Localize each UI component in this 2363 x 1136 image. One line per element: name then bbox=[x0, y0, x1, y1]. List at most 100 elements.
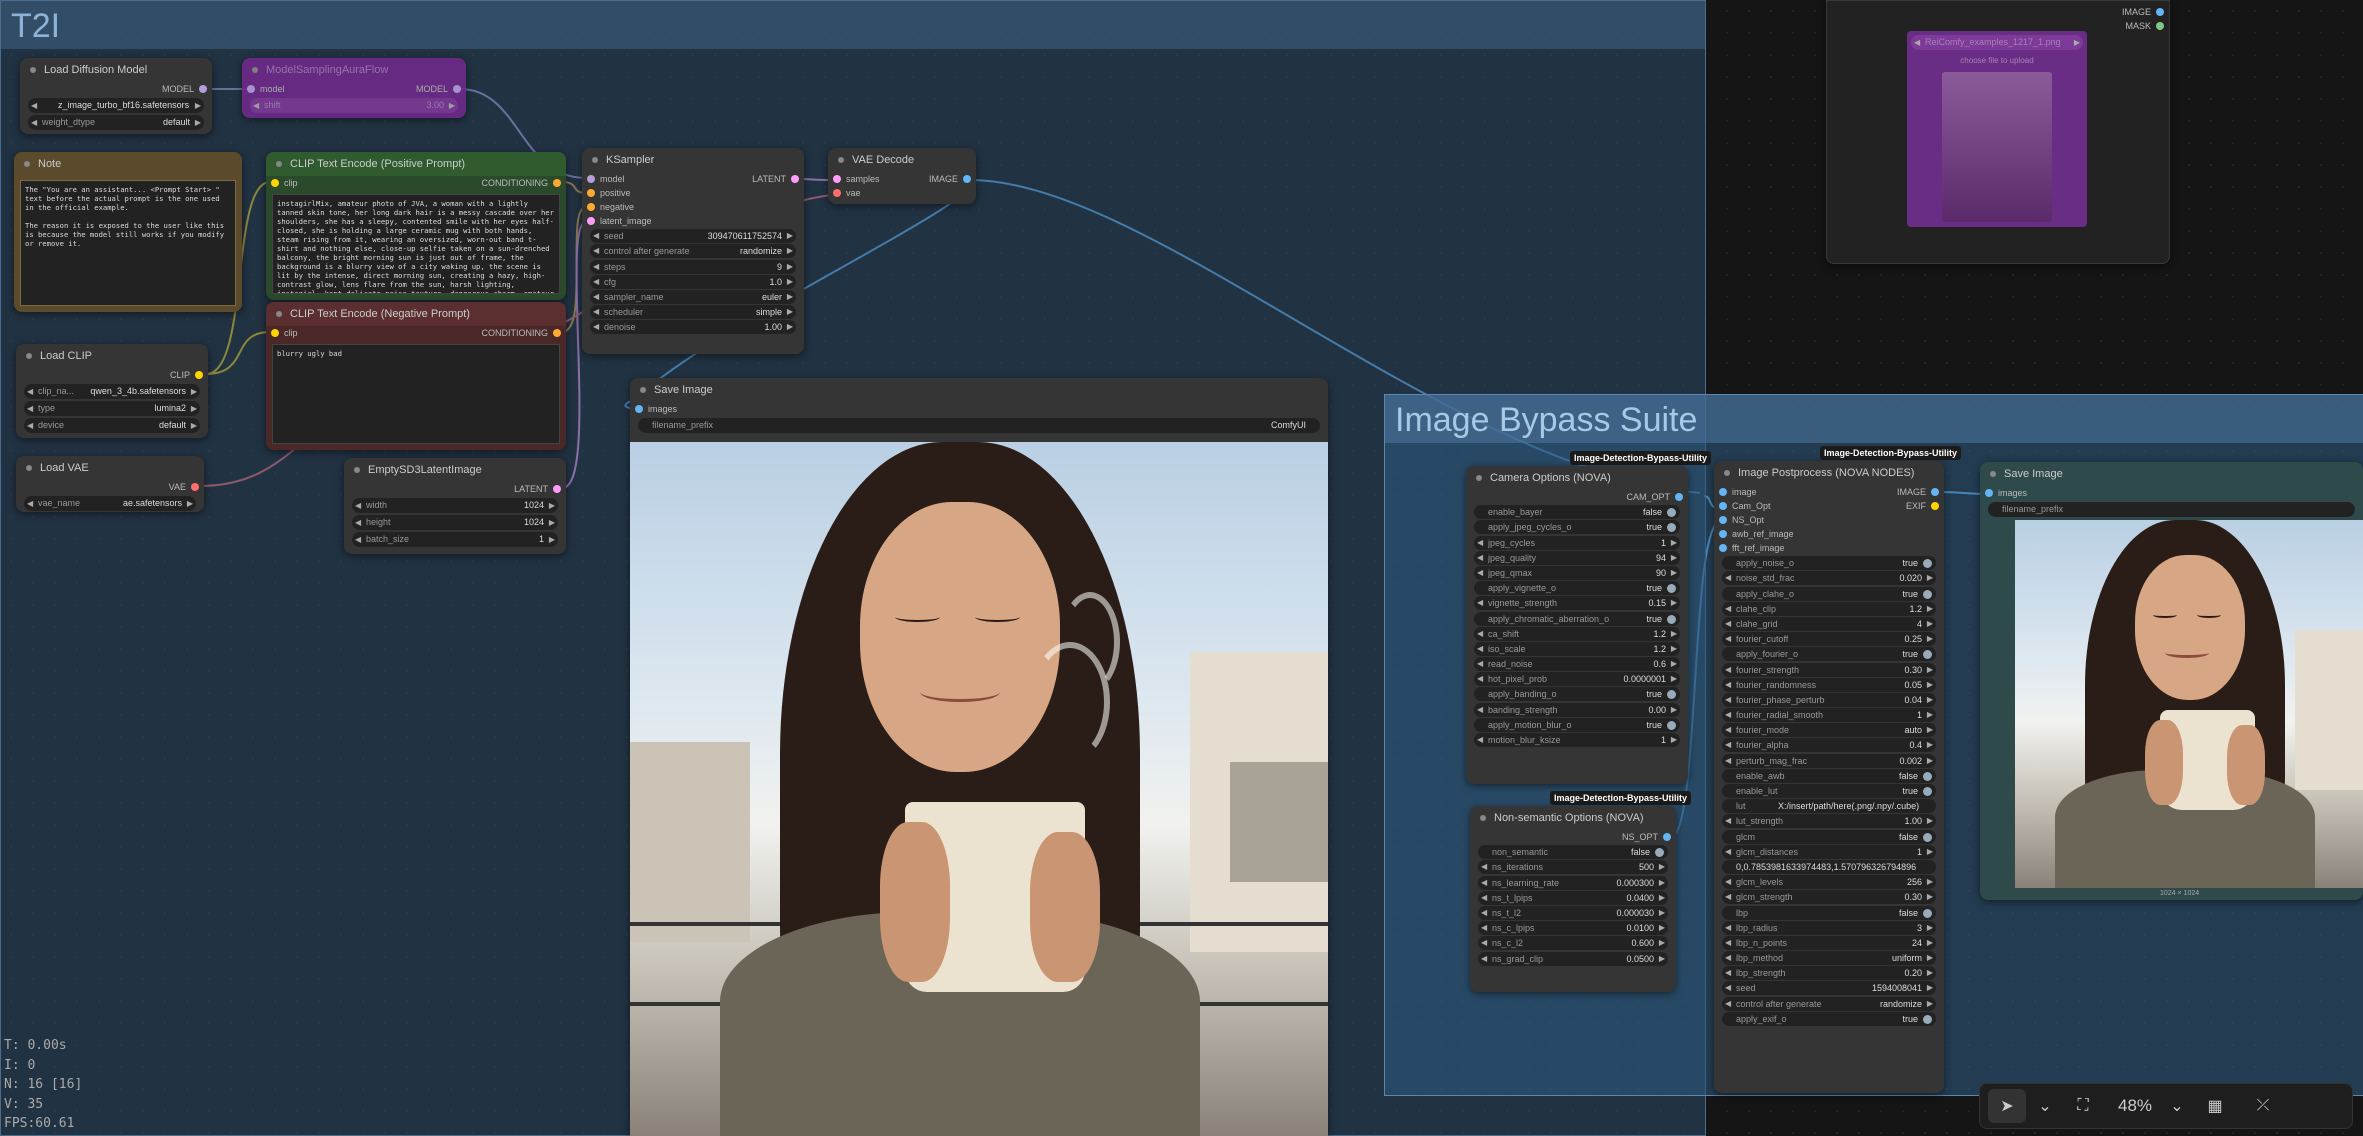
output-slot[interactable] bbox=[191, 483, 199, 491]
node-clip-text-encode-positive[interactable]: CLIP Text Encode (Positive Prompt) clip C… bbox=[266, 152, 566, 300]
toggle-icon[interactable] bbox=[1923, 650, 1932, 660]
output-slot[interactable] bbox=[1663, 833, 1671, 841]
widget-denoise[interactable]: denoise1.00 bbox=[590, 320, 796, 335]
toggle-icon[interactable] bbox=[1667, 584, 1676, 594]
toggle-icon[interactable] bbox=[1923, 787, 1932, 796]
widget-lut-strength[interactable]: lut_strength1.00 bbox=[1722, 814, 1936, 829]
group-title[interactable]: Image Bypass Suite bbox=[1385, 395, 2363, 443]
toggle-icon[interactable] bbox=[1923, 771, 1932, 781]
widget-ns-c-lpips[interactable]: ns_c_lpips0.0100 bbox=[1478, 921, 1668, 936]
output-slot[interactable] bbox=[2156, 8, 2164, 16]
widget-sampler-name[interactable]: sampler_nameeuler bbox=[590, 289, 796, 304]
output-slot[interactable] bbox=[453, 85, 461, 93]
widget-cfg[interactable]: cfg1.0 bbox=[590, 274, 796, 289]
node-model-sampling[interactable]: ModelSamplingAuraFlow modelMODEL shift3.… bbox=[242, 58, 466, 118]
widget-banding-strength[interactable]: banding_strength0.00 bbox=[1474, 702, 1680, 717]
widget-fourier-phase-perturb[interactable]: fourier_phase_perturb0.04 bbox=[1722, 692, 1936, 707]
node-title[interactable]: Image Postprocess (NOVA NODES) bbox=[1714, 461, 1944, 485]
widget-value[interactable]: 0,0.7853981633974483,1.5707963267948966, bbox=[1722, 859, 1936, 874]
input-slot[interactable] bbox=[1719, 530, 1727, 538]
widget-lbp-method[interactable]: lbp_methoduniform bbox=[1722, 951, 1936, 966]
widget-batch-size[interactable]: batch_size1 bbox=[352, 532, 558, 547]
widget-ns-grad-clip[interactable]: ns_grad_clip0.0500 bbox=[1478, 951, 1668, 966]
node-save-image[interactable]: Save Image images filename_prefix ComfyUI bbox=[630, 378, 1328, 1136]
note-text[interactable] bbox=[20, 180, 236, 306]
widget-glcm-levels[interactable]: glcm_levels256 bbox=[1722, 875, 1936, 890]
node-non-semantic-options[interactable]: Non-semantic Options (NOVA) NS_OPT non_s… bbox=[1470, 806, 1676, 992]
widget-ns-t-l2[interactable]: ns_t_l20.000030 bbox=[1478, 905, 1668, 920]
output-slot[interactable] bbox=[963, 175, 971, 183]
node-title[interactable]: Load Diffusion Model bbox=[20, 58, 212, 82]
widget-glcm-distances[interactable]: glcm_distances1 bbox=[1722, 844, 1936, 859]
widget-weight-dtype[interactable]: weight_dtypedefault bbox=[28, 115, 204, 130]
toggle-icon[interactable] bbox=[1923, 589, 1932, 599]
input-slot[interactable] bbox=[587, 189, 595, 197]
toggle-icon[interactable] bbox=[1923, 559, 1932, 569]
input-slot[interactable] bbox=[271, 179, 279, 187]
widget-fourier-radial-smooth[interactable]: fourier_radial_smooth1 bbox=[1722, 708, 1936, 723]
input-slot[interactable] bbox=[1719, 502, 1727, 510]
widget-enable-bayer[interactable]: enable_bayer false bbox=[1474, 505, 1680, 520]
widget-perturb-mag-frac[interactable]: perturb_mag_frac0.002 bbox=[1722, 753, 1936, 768]
widget-filename-prefix[interactable]: filename_prefix ComfyUI bbox=[638, 418, 1320, 433]
input-slot[interactable] bbox=[587, 203, 595, 211]
minimap-icon[interactable]: ▦ bbox=[2196, 1089, 2234, 1123]
widget-non-semantic[interactable]: non_semantic false bbox=[1478, 845, 1668, 860]
upload-button[interactable]: choose file to upload bbox=[1907, 54, 2087, 68]
widget-jpeg-cycles[interactable]: jpeg_cycles1 bbox=[1474, 535, 1680, 550]
output-slot[interactable] bbox=[195, 371, 203, 379]
positive-prompt-text[interactable] bbox=[272, 194, 560, 294]
node-title[interactable]: Save Image bbox=[1980, 462, 2363, 486]
widget-hot-pixel-prob[interactable]: hot_pixel_prob0.0000001 bbox=[1474, 672, 1680, 687]
widget-scheduler[interactable]: schedulersimple bbox=[590, 305, 796, 320]
widget-glcm-strength[interactable]: glcm_strength0.30 bbox=[1722, 890, 1936, 905]
node-title[interactable]: CLIP Text Encode (Positive Prompt) bbox=[266, 152, 566, 176]
widget-apply-banding-o[interactable]: apply_banding_o true bbox=[1474, 687, 1680, 702]
widget-enable-lut[interactable]: enable_lut true bbox=[1722, 784, 1936, 798]
node-image-postprocess[interactable]: Image Postprocess (NOVA NODES) image IMAG… bbox=[1714, 461, 1944, 1093]
node-title[interactable]: Load VAE bbox=[16, 456, 204, 480]
node-load-diffusion-model[interactable]: Load Diffusion Model MODEL z_image_turbo… bbox=[20, 58, 212, 134]
widget-clahe-grid[interactable]: clahe_grid4 bbox=[1722, 616, 1936, 631]
widget-ns-c-l2[interactable]: ns_c_l20.600 bbox=[1478, 936, 1668, 951]
node-camera-options[interactable]: Camera Options (NOVA) CAM_OPT enable_bay… bbox=[1466, 466, 1688, 784]
output-slot[interactable] bbox=[1931, 502, 1939, 510]
input-slot[interactable] bbox=[1719, 544, 1727, 552]
toggle-icon[interactable] bbox=[1667, 508, 1676, 518]
widget-fourier-randomness[interactable]: fourier_randomness0.05 bbox=[1722, 677, 1936, 692]
node-clip-text-encode-negative[interactable]: CLIP Text Encode (Negative Prompt) clip C… bbox=[266, 302, 566, 450]
widget-jpeg-qmax[interactable]: jpeg_qmax90 bbox=[1474, 565, 1680, 580]
node-ksampler[interactable]: KSampler model LATENT positive negative late… bbox=[582, 148, 804, 354]
input-slot[interactable] bbox=[635, 405, 643, 413]
widget-image-file[interactable]: ReiComfy_examples_1217_1.png bbox=[1911, 35, 2083, 50]
node-vae-decode[interactable]: VAE Decode samples IMAGE vae bbox=[828, 148, 976, 204]
zoom-level[interactable]: 48% bbox=[2112, 1089, 2158, 1123]
widget-lbp-radius[interactable]: lbp_radius3 bbox=[1722, 920, 1936, 935]
output-slot[interactable] bbox=[553, 329, 561, 337]
widget-shift[interactable]: shift3.00 bbox=[250, 98, 458, 113]
input-slot[interactable] bbox=[1719, 488, 1727, 496]
toggle-icon[interactable] bbox=[1667, 690, 1676, 700]
widget-width[interactable]: width1024 bbox=[352, 498, 558, 513]
negative-prompt-text[interactable] bbox=[272, 344, 560, 444]
widget-lbp[interactable]: lbp false bbox=[1722, 905, 1936, 920]
node-title[interactable]: Load CLIP bbox=[16, 344, 208, 368]
node-load-image-bypassed[interactable]: IMAGE MASK ReiComfy_examples_1217_1.png … bbox=[1826, 0, 2170, 264]
widget-apply-exif-o[interactable]: apply_exif_o true bbox=[1722, 1011, 1936, 1026]
widget-ns-iterations[interactable]: ns_iterations500 bbox=[1478, 860, 1668, 875]
output-slot[interactable] bbox=[199, 85, 207, 93]
widget-apply-fourier-o[interactable]: apply_fourier_o true bbox=[1722, 647, 1936, 662]
output-slot[interactable] bbox=[553, 179, 561, 187]
node-title[interactable]: Camera Options (NOVA) bbox=[1466, 466, 1688, 490]
widget-fourier-alpha[interactable]: fourier_alpha0.4 bbox=[1722, 738, 1936, 753]
widget-apply-vignette-o[interactable]: apply_vignette_o true bbox=[1474, 581, 1680, 596]
fit-view-icon[interactable]: ⛶ bbox=[2064, 1089, 2102, 1123]
widget-clip-name[interactable]: clip_na...qwen_3_4b.safetensors bbox=[24, 384, 200, 399]
toggle-icon[interactable] bbox=[1923, 832, 1932, 842]
widget-apply-clahe-o[interactable]: apply_clahe_o true bbox=[1722, 586, 1936, 601]
widget-motion-blur-ksize[interactable]: motion_blur_ksize1 bbox=[1474, 733, 1680, 747]
widget-control-after-generate[interactable]: control after generaterandomize bbox=[590, 244, 796, 259]
node-title[interactable]: CLIP Text Encode (Negative Prompt) bbox=[266, 302, 566, 326]
toggle-icon[interactable] bbox=[1667, 614, 1676, 624]
widget-ns-t-lpips[interactable]: ns_t_lpips0.0400 bbox=[1478, 890, 1668, 905]
